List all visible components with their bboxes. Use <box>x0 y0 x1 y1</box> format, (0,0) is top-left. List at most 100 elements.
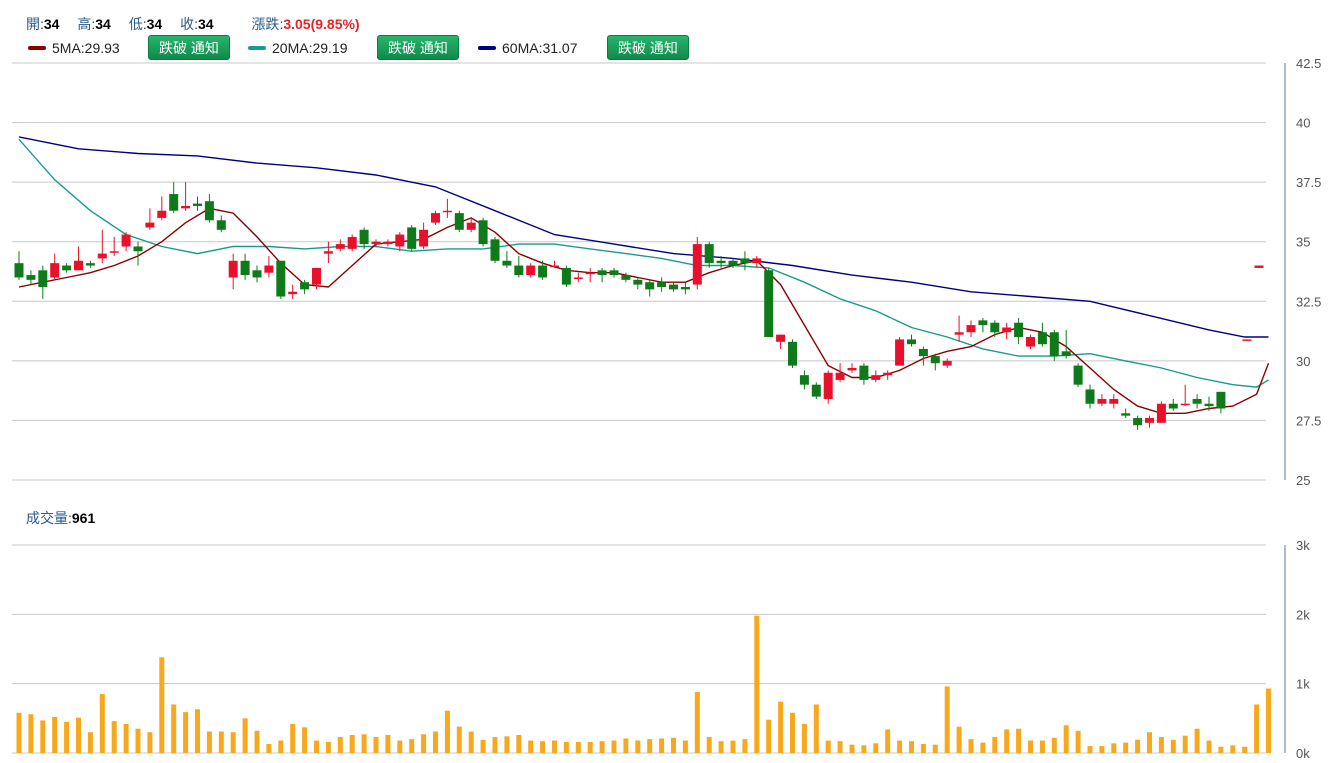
candle <box>895 337 905 366</box>
volume-bar <box>1170 739 1176 753</box>
volume-bar <box>1266 688 1271 753</box>
candle-body <box>442 210 452 213</box>
candle <box>478 217 488 247</box>
volume-bar <box>504 736 510 753</box>
candle-body <box>1242 339 1252 341</box>
volume-bar <box>1182 735 1188 753</box>
volume-bar <box>1051 737 1057 753</box>
volume-bar <box>206 731 212 753</box>
candle <box>169 182 179 214</box>
candle <box>288 284 298 299</box>
volume-bar <box>444 710 450 753</box>
candle-body <box>395 234 405 247</box>
candle <box>323 241 333 264</box>
volume-tick-label: 0k <box>1296 746 1310 761</box>
candle-body <box>704 244 714 264</box>
candle-body <box>121 234 131 247</box>
volume-bar <box>325 741 331 753</box>
candle <box>823 370 833 404</box>
candle-body <box>62 265 72 271</box>
candle <box>62 263 72 273</box>
volume-bar <box>1230 745 1236 753</box>
candle <box>645 279 655 297</box>
candle-body <box>788 341 797 366</box>
volume-bar <box>1039 740 1045 753</box>
candle <box>1073 363 1083 388</box>
candle <box>871 370 881 383</box>
volume-bar <box>349 734 355 753</box>
candle <box>954 315 964 342</box>
candle <box>1109 394 1119 409</box>
candle-body <box>478 220 488 245</box>
volume-bar <box>254 730 260 753</box>
volume-bar <box>1242 746 1248 753</box>
candle-body <box>966 325 976 333</box>
volume-bar <box>52 716 58 753</box>
volume-bar <box>873 743 879 753</box>
volume-bar <box>599 741 605 753</box>
candle-body <box>1254 265 1264 268</box>
volume-bar <box>920 743 926 753</box>
price-tick-label: 35 <box>1296 235 1310 250</box>
volume-bar <box>730 740 736 753</box>
price-axis: 42.5 40 37.5 35 32.5 30 27.5 25 <box>1284 56 1321 488</box>
candle-body <box>585 272 595 275</box>
candle-body <box>1192 398 1202 404</box>
candle <box>109 236 119 257</box>
candle <box>776 334 786 349</box>
volume-bar <box>968 739 974 753</box>
candle-body <box>1037 332 1047 345</box>
volume-bar <box>956 726 962 753</box>
candle <box>514 256 524 278</box>
volume-bar <box>64 721 70 753</box>
candle-body <box>300 282 310 290</box>
candle <box>252 265 262 283</box>
chart-canvas: 42.5 40 37.5 35 32.5 30 27.5 25 3k 2k 1k 0k <box>12 56 1321 761</box>
volume-bar <box>1218 746 1224 753</box>
candle <box>740 251 750 271</box>
candle-body <box>621 275 631 280</box>
candle <box>276 260 286 299</box>
volume-bar <box>635 740 641 753</box>
ma60-line <box>18 136 1269 338</box>
volume-bar <box>694 691 700 753</box>
volume-bar <box>1123 742 1129 753</box>
candle-body <box>1061 351 1071 357</box>
volume-axis: 3k 2k 1k 0k <box>1284 538 1310 761</box>
candle-body <box>514 265 524 276</box>
candle <box>490 236 500 264</box>
volume-bar <box>1028 740 1033 753</box>
candle-body <box>716 260 726 264</box>
volume-bar <box>361 734 367 753</box>
candle <box>347 234 357 252</box>
candle-body <box>407 227 417 249</box>
candle-body <box>740 258 750 264</box>
candle-body <box>633 279 643 285</box>
candle <box>1014 317 1024 345</box>
volume-bar <box>16 712 22 753</box>
volume-bar <box>742 739 748 753</box>
volume-bar <box>111 721 117 753</box>
volume-bar <box>337 737 343 753</box>
price-tick-label: 37.5 <box>1296 175 1321 190</box>
volume-bar <box>587 741 593 753</box>
volume-bar <box>552 740 557 753</box>
candle <box>121 232 131 252</box>
volume-bar <box>837 741 843 753</box>
candle-body <box>312 267 321 285</box>
candles <box>14 182 1264 430</box>
candle <box>1254 265 1264 268</box>
candle-body <box>1049 332 1059 357</box>
candle-body <box>323 251 333 254</box>
candle <box>752 256 762 268</box>
candle <box>669 282 678 292</box>
volume-bar <box>1099 746 1105 753</box>
candle <box>74 246 83 271</box>
volume-bar <box>647 739 653 753</box>
candle <box>359 227 369 249</box>
ma20-line <box>18 138 1269 388</box>
volume-bar <box>302 727 308 753</box>
volume-bar <box>516 734 522 753</box>
candle <box>561 265 571 287</box>
price-tick-label: 27.5 <box>1296 413 1321 428</box>
